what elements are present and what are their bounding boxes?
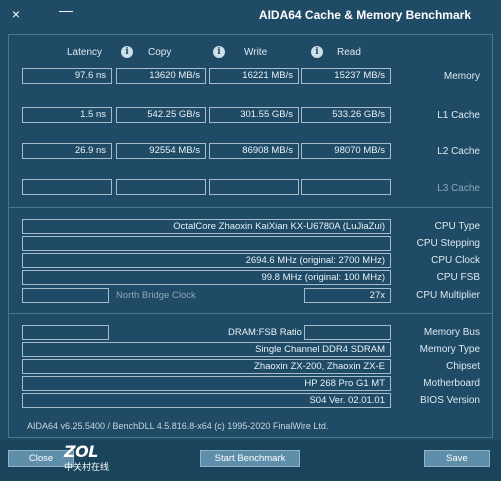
l2-copy-value: 92554 MB/s <box>116 143 206 159</box>
save-button[interactable]: Save <box>424 450 490 467</box>
copy-info-icon[interactable]: i <box>121 46 133 58</box>
memory-latency-value: 97.6 ns <box>22 68 112 84</box>
minimize-window-icon[interactable]: — <box>58 2 74 18</box>
memory-type-value: Single Channel DDR4 SDRAM <box>22 342 391 357</box>
cpu-type-value: OctalCore Zhaoxin KaiXian KX-U6780A (LuJ… <box>22 219 391 234</box>
copy-column-header: Copy <box>148 47 172 58</box>
l1-latency-value: 1.5 ns <box>22 107 112 123</box>
l1-write-value: 301.55 GB/s <box>209 107 299 123</box>
cpu-stepping-value <box>22 236 391 251</box>
cpu-multiplier-label: CPU Multiplier <box>416 290 480 301</box>
l3-write-value <box>209 179 299 195</box>
chipset-value: Zhaoxin ZX-200, Zhaoxin ZX-E <box>22 359 391 374</box>
motherboard-value: HP 268 Pro G1 MT <box>22 376 391 391</box>
cpu-fsb-value: 99.8 MHz (original: 100 MHz) <box>22 270 391 285</box>
dram-fsb-ratio-value <box>304 325 391 340</box>
l3-read-value <box>301 179 391 195</box>
l2-row-label: L2 Cache <box>437 146 480 157</box>
cpu-type-label: CPU Type <box>434 221 480 232</box>
read-info-icon[interactable]: i <box>311 46 323 58</box>
read-column-header: Read <box>337 47 361 58</box>
latency-column-header: Latency <box>67 47 103 58</box>
cpu-clock-value: 2694.6 MHz (original: 2700 MHz) <box>22 253 391 268</box>
memory-bus-value <box>22 325 109 340</box>
logo-main-text: ZOL <box>64 442 98 461</box>
l3-copy-value <box>116 179 206 195</box>
memory-type-label: Memory Type <box>419 344 480 355</box>
cpu-stepping-label: CPU Stepping <box>416 238 480 249</box>
north-bridge-clock-label: North Bridge Clock <box>116 290 196 301</box>
chipset-label: Chipset <box>446 361 480 372</box>
l1-read-value: 533.26 GB/s <box>301 107 391 123</box>
north-bridge-clock-value <box>22 288 109 303</box>
write-column-header: Write <box>244 47 268 58</box>
memory-write-value: 16221 MB/s <box>209 68 299 84</box>
memory-read-value: 15237 MB/s <box>301 68 391 84</box>
l3-latency-value <box>22 179 112 195</box>
l3-row-label: L3 Cache <box>437 183 480 194</box>
motherboard-label: Motherboard <box>423 378 480 389</box>
l2-read-value: 98070 MB/s <box>301 143 391 159</box>
cpu-clock-label: CPU Clock <box>431 255 480 266</box>
section-divider <box>8 313 493 314</box>
section-divider <box>8 207 493 208</box>
l1-row-label: L1 Cache <box>437 110 480 121</box>
cpu-fsb-label: CPU FSB <box>436 272 480 283</box>
bios-version-label: BIOS Version <box>419 395 480 406</box>
bios-version-value: S04 Ver. 02.01.01 <box>22 393 391 408</box>
start-benchmark-button[interactable]: Start Benchmark <box>200 450 300 467</box>
memory-copy-value: 13620 MB/s <box>116 68 206 84</box>
close-window-icon[interactable]: × <box>8 6 24 22</box>
title-bar: × — AIDA64 Cache & Memory Benchmark <box>0 0 501 30</box>
logo-sub-text: 中关村在线 <box>64 462 110 472</box>
l2-latency-value: 26.9 ns <box>22 143 112 159</box>
window-title: AIDA64 Cache & Memory Benchmark <box>258 8 471 22</box>
zol-watermark-logo: ZOL 中关村在线 <box>64 442 124 472</box>
dram-fsb-ratio-label: DRAM:FSB Ratio <box>228 327 302 338</box>
write-info-icon[interactable]: i <box>213 46 225 58</box>
memory-row-label: Memory <box>443 71 480 82</box>
l2-write-value: 86908 MB/s <box>209 143 299 159</box>
l1-copy-value: 542.25 GB/s <box>116 107 206 123</box>
memory-bus-label: Memory Bus <box>423 327 480 338</box>
cpu-multiplier-value: 27x <box>304 288 391 303</box>
version-footer: AIDA64 v6.25.5400 / BenchDLL 4.5.816.8-x… <box>27 421 329 431</box>
